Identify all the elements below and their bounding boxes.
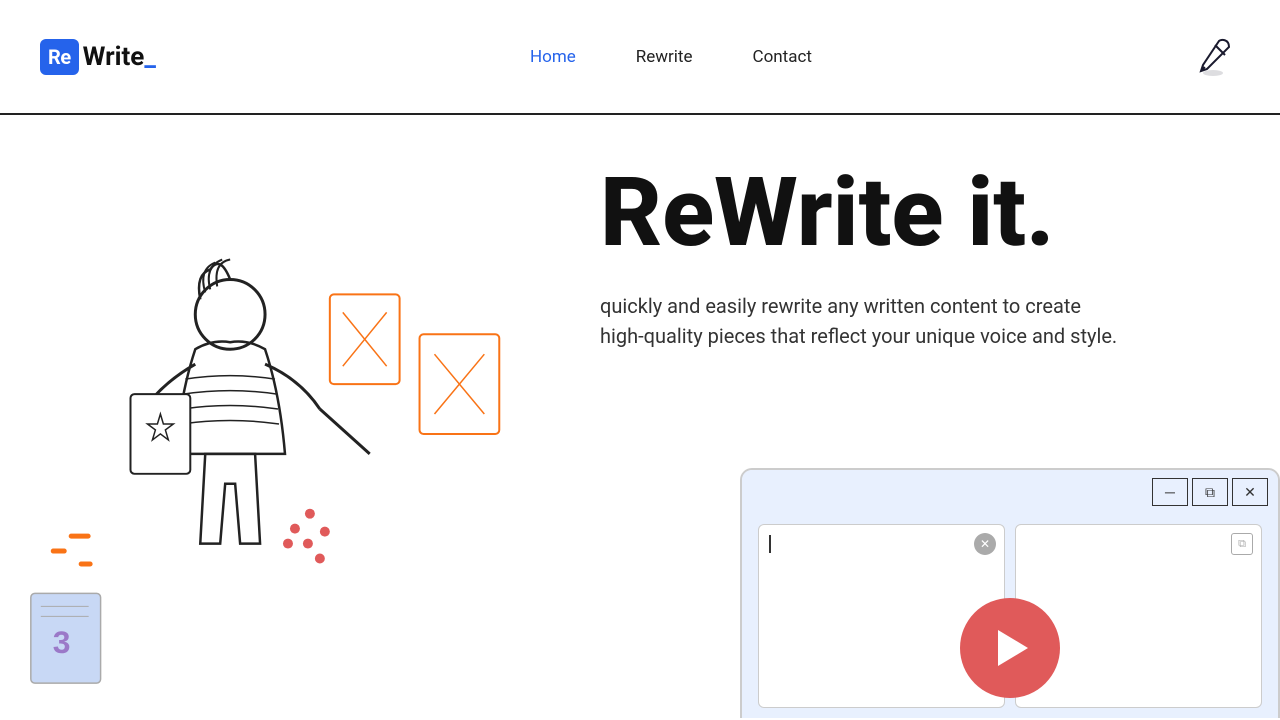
- nav-rewrite[interactable]: Rewrite: [636, 47, 693, 67]
- text-output-box: ⧉: [1015, 524, 1262, 708]
- hero-subtext: quickly and easily rewrite any written c…: [600, 291, 1120, 351]
- main-nav: Home Rewrite Contact: [530, 47, 812, 67]
- window-titlebar: ─ ⧉ ✕: [742, 470, 1278, 514]
- pen-icon: [1191, 35, 1235, 79]
- play-icon: [998, 630, 1028, 666]
- logo-text: Write_: [83, 42, 156, 72]
- window-content: ✕ ⧉: [742, 514, 1278, 718]
- hero-text: ReWrite it. quickly and easily rewrite a…: [560, 115, 1280, 351]
- pen-icon-container: [1186, 30, 1240, 84]
- svg-text:3: 3: [53, 624, 71, 660]
- app-window: ─ ⧉ ✕ ✕ ⧉: [740, 468, 1280, 718]
- clear-button[interactable]: ✕: [974, 533, 996, 555]
- window-close-button[interactable]: ✕: [1232, 478, 1268, 506]
- illustration-area: 3: [0, 115, 560, 718]
- text-cursor: [769, 535, 771, 553]
- logo-cursor-span: _: [144, 42, 156, 72]
- play-button[interactable]: [960, 598, 1060, 698]
- content-area: ReWrite it. quickly and easily rewrite a…: [560, 115, 1280, 718]
- nav-contact[interactable]: Contact: [753, 47, 812, 67]
- hero-illustration: 3: [0, 115, 560, 718]
- header: Re Write_ Home Rewrite Contact: [0, 0, 1280, 115]
- copy-button[interactable]: ⧉: [1231, 533, 1253, 555]
- logo-write: Write: [83, 42, 145, 72]
- logo[interactable]: Re Write_: [40, 39, 156, 75]
- window-minimize-button[interactable]: ─: [1152, 478, 1188, 506]
- nav-home[interactable]: Home: [530, 47, 576, 67]
- main-content: 3 ReWrite it. quickly and easily rewrite…: [0, 115, 1280, 718]
- logo-re-box: Re: [40, 39, 79, 75]
- window-maximize-button[interactable]: ⧉: [1192, 478, 1228, 506]
- text-input-box[interactable]: ✕: [758, 524, 1005, 708]
- hero-heading: ReWrite it.: [600, 165, 1240, 261]
